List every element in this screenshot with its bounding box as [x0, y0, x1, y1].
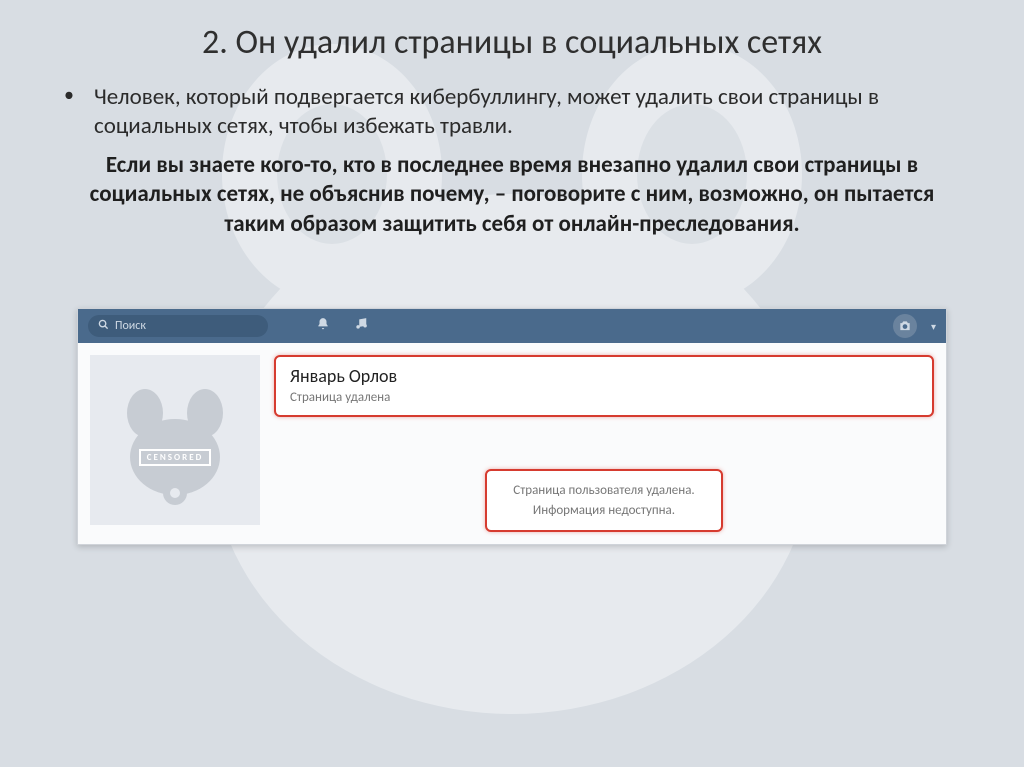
vk-topbar: Поиск ▾ — [78, 309, 946, 343]
slide-title: 2. Он удалил страницы в социальных сетях — [48, 22, 976, 63]
music-icon[interactable] — [354, 317, 368, 335]
profile-name-box: Январь Орлов Страница удалена — [274, 355, 934, 417]
profile-status: Страница удалена — [290, 390, 918, 405]
emphasis-paragraph: Если вы знаете кого-то, кто в последнее … — [60, 151, 964, 241]
deleted-line-2: Информация недоступна. — [513, 501, 694, 521]
search-placeholder: Поиск — [115, 319, 146, 333]
deleted-line-1: Страница пользователя удалена. — [513, 481, 694, 501]
deleted-info-box: Страница пользователя удалена. Информаци… — [485, 469, 722, 532]
search-input[interactable]: Поиск — [88, 315, 268, 337]
censored-badge: CENSORED — [139, 449, 212, 466]
vk-screenshot: Поиск ▾ — [77, 308, 947, 545]
profile-name: Январь Орлов — [290, 365, 918, 387]
camera-icon — [898, 319, 912, 333]
user-avatar[interactable] — [893, 314, 917, 338]
chevron-down-icon[interactable]: ▾ — [931, 320, 936, 333]
profile-photo-placeholder: CENSORED — [90, 355, 260, 525]
bell-icon[interactable] — [316, 317, 330, 335]
search-icon — [98, 319, 109, 334]
bullet-text: Человек, который подвергается кибербулли… — [90, 83, 968, 141]
